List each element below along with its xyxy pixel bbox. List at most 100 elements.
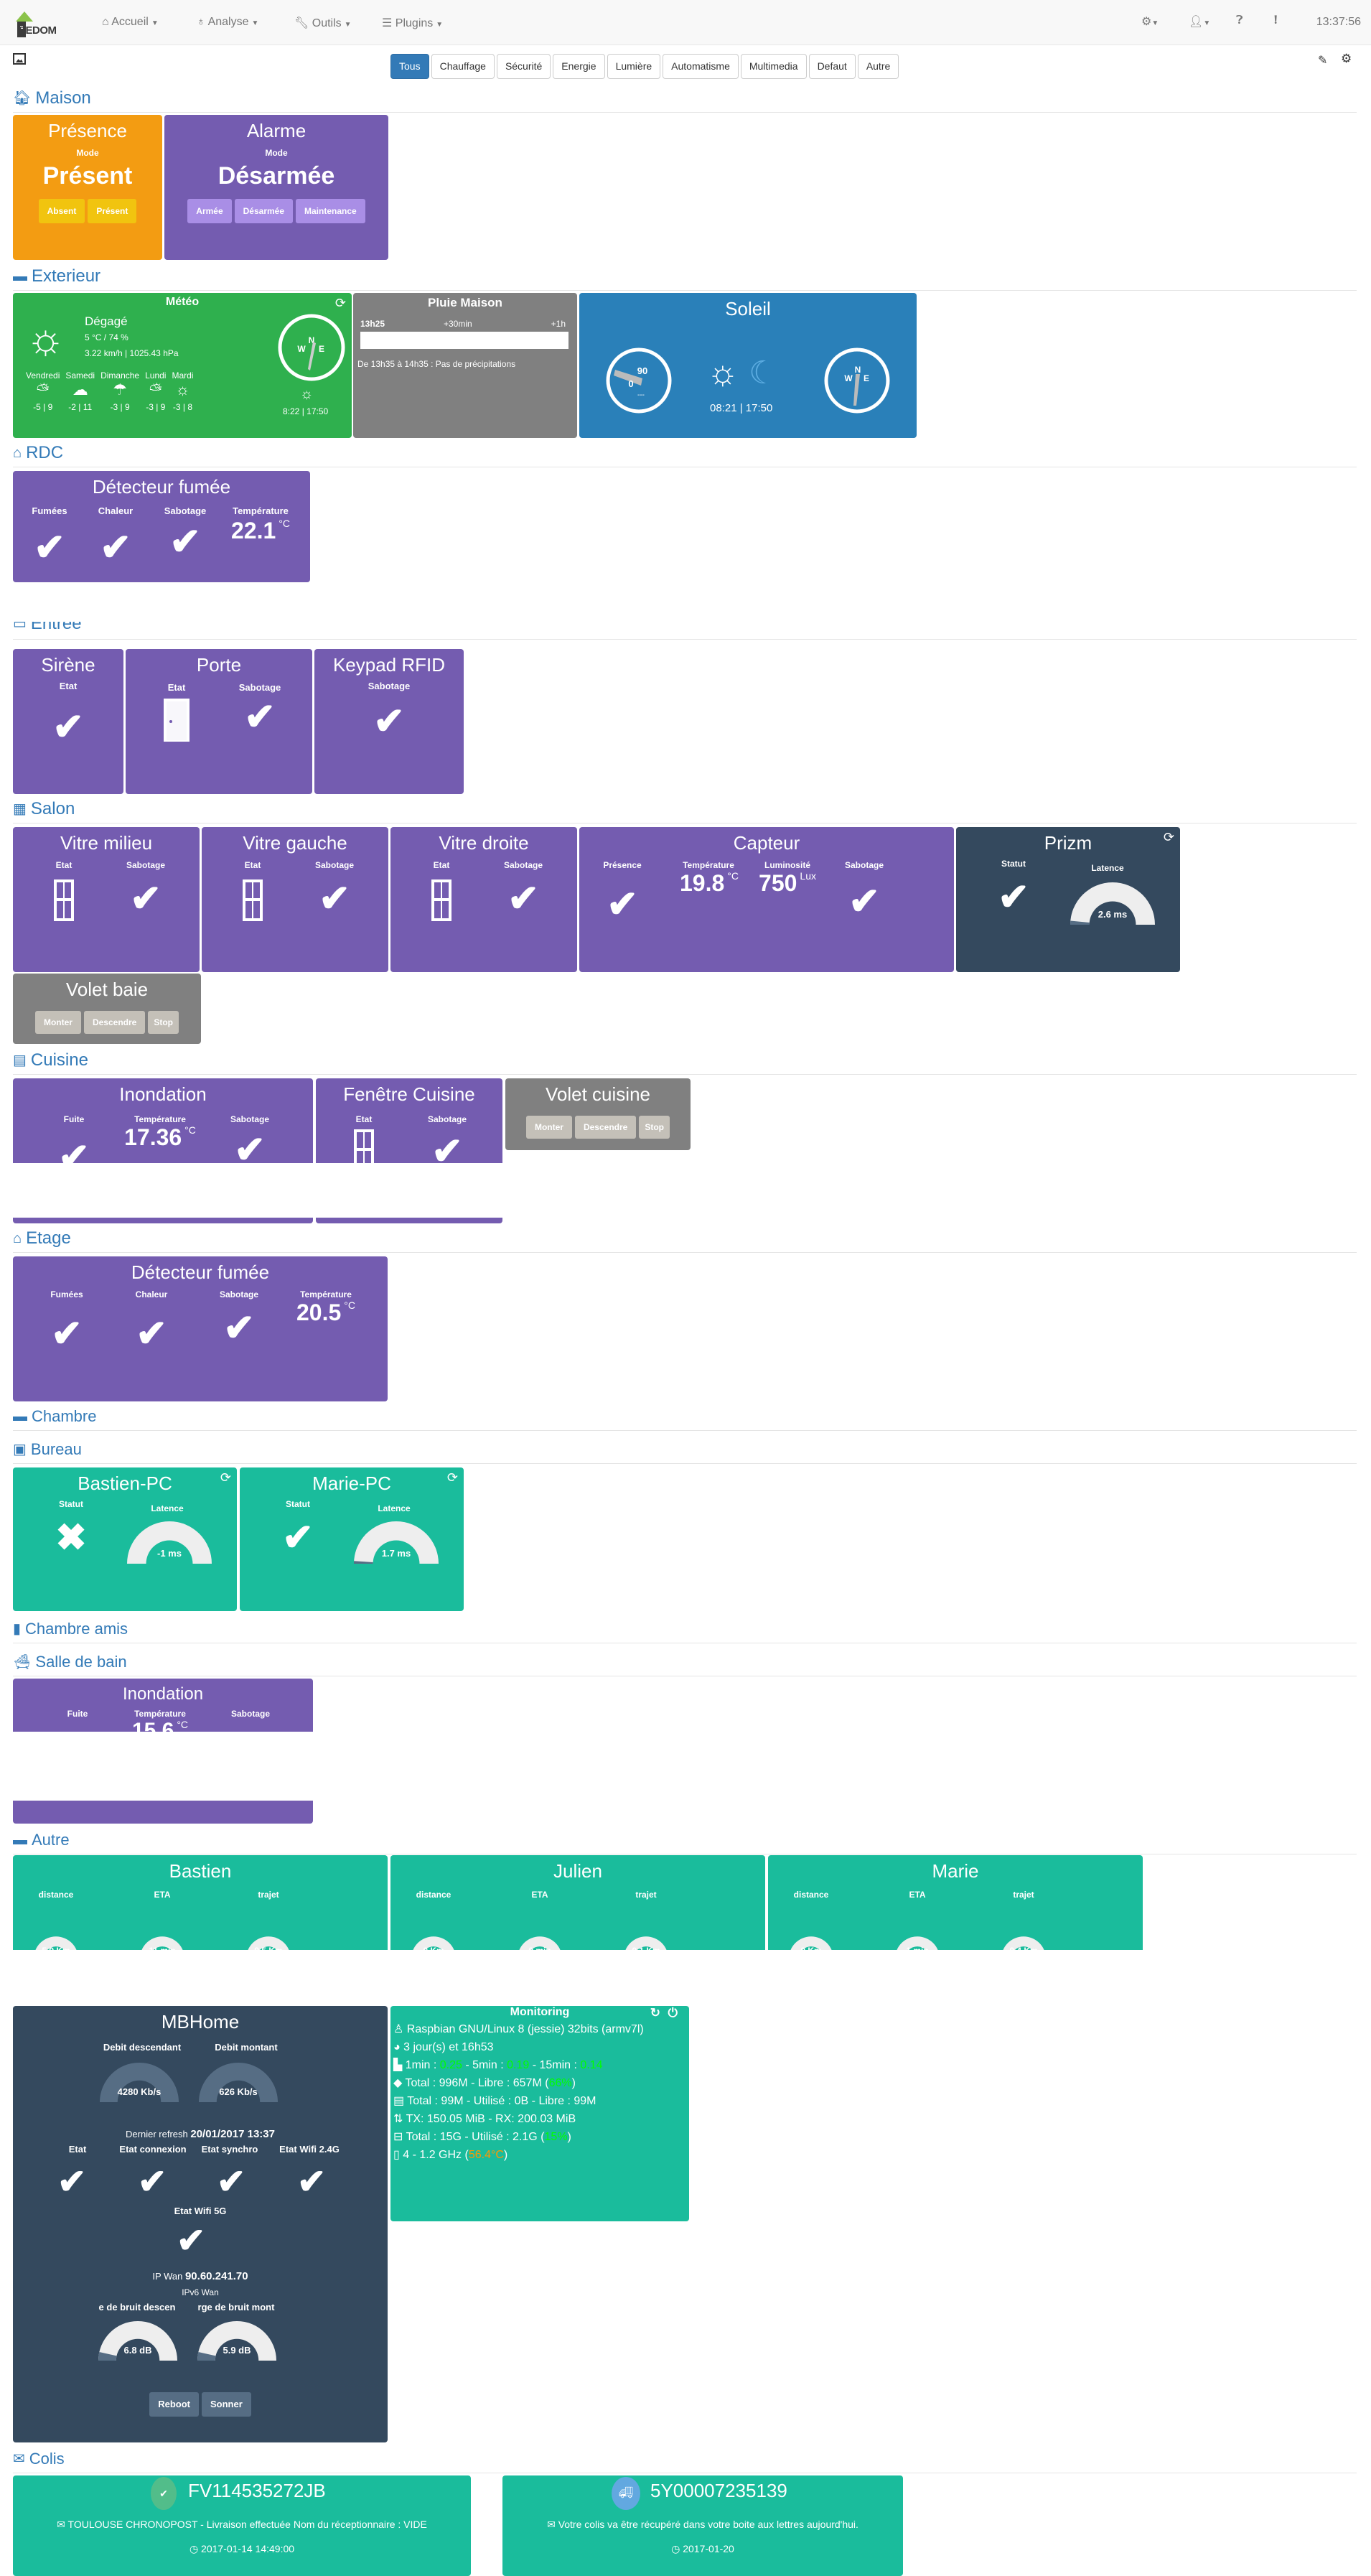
filter-energie[interactable]: Energie (553, 54, 605, 79)
maintenance-button[interactable]: Maintenance (296, 199, 365, 223)
latency-gauge: -1 ms (126, 1521, 212, 1564)
present-button[interactable]: Présent (88, 199, 137, 223)
refresh-icon[interactable]: ⟳ (447, 1470, 458, 1485)
temperature-value: 20.5 (296, 1299, 342, 1325)
filter-securite[interactable]: Sécurité (496, 54, 551, 79)
room-maison: 🏠︎ Maison (13, 88, 1357, 113)
menu-analyse[interactable]: ♁ Analyse ▼ (197, 16, 258, 29)
parcel-date: ◷ 2017-01-20 (671, 2543, 734, 2554)
widget-title: Marie-PC (312, 1473, 391, 1494)
stethoscope-icon: ♁ (197, 16, 208, 28)
filter-lumiere[interactable]: Lumière (607, 54, 661, 79)
reboot-button[interactable]: Reboot (149, 2392, 199, 2417)
sun-times: 08:21 | 17:50 (710, 402, 773, 414)
list-icon: ▤ (393, 2095, 408, 2107)
refresh-icon[interactable]: ⟳ (220, 1470, 231, 1485)
cmd-label: Etat Wifi 2.4G (279, 2144, 340, 2155)
mode-value: Désarmée (217, 162, 335, 190)
room-title: Salle de bain (35, 1653, 127, 1671)
ring-button[interactable]: Sonner (201, 2392, 251, 2417)
envelope-icon: ✉ (57, 2519, 68, 2530)
cmd-label: Sabotage (230, 1709, 270, 1719)
check-icon: ✔ (244, 696, 276, 738)
check-icon: ✔ (34, 527, 65, 569)
help-button[interactable]: ❓︎ (1236, 14, 1243, 27)
svg-text:E: E (864, 373, 869, 383)
widget-title: Julien (553, 1860, 602, 1882)
cmd-label: Etat (355, 1114, 373, 1124)
widget-title: Sirène (41, 654, 95, 676)
user-menu[interactable]: 👤︎▼ (1189, 14, 1210, 29)
keypad-widget: Keypad RFID Sabotage ✔ (314, 649, 464, 794)
distance-gauge: 5.9 Km (33, 1913, 79, 1950)
sun-icon: ☼ (707, 354, 739, 392)
cmd-label: Etat (433, 860, 450, 870)
room-title: Exterieur (32, 266, 101, 286)
temperature-value: 19.8 (680, 870, 725, 896)
widget-title: Pluie Maison (428, 296, 502, 309)
refresh-icon[interactable]: ⟳ (1164, 830, 1174, 845)
window-sensor-widget: Vitre milieu Etat Sabotage ✔ (13, 827, 200, 972)
menu-plugins[interactable]: ☰ Plugins ▼ (382, 16, 443, 30)
monter-button[interactable]: Monter (525, 1116, 572, 1139)
question-icon: ❓︎ (1236, 14, 1243, 27)
filter-automatisme[interactable]: Automatisme (663, 54, 739, 79)
cmd-label: Debit descendant (103, 2042, 182, 2053)
cmd-label: Sabotage (844, 860, 884, 870)
volet-cuisine-widget: Volet cuisine Monter Descendre Stop (505, 1078, 691, 1150)
room-exterieur: ▬ Exterieur (13, 266, 1357, 291)
menu-outils[interactable]: 🔧︎ Outils ▼ (294, 16, 352, 30)
cmd-label: Statut (286, 1499, 310, 1509)
luminosity-value: 750 (759, 870, 797, 896)
temp-humidity: 5 °C / 74 % (85, 332, 128, 342)
pencil-icon[interactable]: ✎ (1318, 53, 1327, 67)
menu-accueil[interactable]: ⌂ Accueil ▼ (102, 16, 159, 29)
cmd-label: Température (134, 1709, 186, 1719)
sirene-widget: Sirène Etat ✔ (13, 649, 123, 794)
latency-gauge: 1.7 ms (353, 1521, 439, 1564)
refresh-icon[interactable]: ⟳ (335, 296, 346, 311)
cmd-label: ETA (909, 1890, 926, 1900)
load-line: ▙ 1min : 0.25 - 5min : 0.19 - 15min : 0.… (393, 2059, 603, 2071)
absent-button[interactable]: Absent (38, 199, 85, 223)
stop-button[interactable]: Stop (639, 1116, 670, 1139)
window-icon (54, 879, 74, 921)
filter-defaut[interactable]: Defaut (808, 54, 856, 79)
widget-title: Présence (48, 120, 127, 141)
svg-text:W: W (297, 344, 306, 354)
check-icon: ✔ (607, 884, 638, 925)
filter-autre[interactable]: Autre (857, 54, 899, 79)
smoke-detector-widget: Détecteur fumée Fumées ✔ Chaleur ✔ Sabotag… (13, 471, 310, 582)
filter-multimedia[interactable]: Multimedia (740, 54, 807, 79)
category-filters: Tous Chauffage Sécurité Energie Lumière … (390, 54, 899, 79)
cmd-label: trajet (258, 1890, 279, 1900)
stop-button[interactable]: Stop (148, 1011, 179, 1034)
desarmee-button[interactable]: Désarmée (234, 199, 294, 223)
weather-condition: Dégagé (85, 314, 128, 328)
picture-icon[interactable] (13, 53, 26, 65)
home-icon: ⌂ (102, 16, 112, 28)
noise-up-gauge: 5.9 dB (197, 2318, 277, 2361)
cmd-label: e de bruit descen (98, 2302, 176, 2313)
traveler-widget: Bastien distance 5.9 Km ETA 11 min trajet 9… (13, 1855, 388, 1950)
filter-tous[interactable]: Tous (390, 54, 429, 79)
cmd-label: Sabotage (238, 682, 281, 693)
user-icon: 👤︎ (1189, 16, 1204, 28)
armee-button[interactable]: Armée (187, 199, 232, 223)
system-menu[interactable]: ⚙▼ (1141, 14, 1159, 29)
messages-button[interactable]: ❗︎ (1274, 14, 1277, 27)
cmd-label: Latence (1091, 863, 1124, 873)
floor-icon: ⌂ (13, 1231, 22, 1246)
cogs-icon[interactable]: ⚙ (1341, 52, 1352, 66)
filter-chauffage[interactable]: Chauffage (431, 54, 495, 79)
descendre-button[interactable]: Descendre (574, 1116, 637, 1139)
refresh-icon[interactable]: ↻ (650, 2006, 660, 2020)
porte-widget: Porte Etat Sabotage ✔ (126, 649, 312, 794)
check-icon: ✔ (848, 881, 880, 923)
power-icon[interactable]: ⏻ (668, 2006, 678, 2020)
computer-icon: ▯ (393, 2149, 403, 2161)
room-chambre-amis: ▮ Chambre amis (13, 1618, 1357, 1643)
monter-button[interactable]: Monter (34, 1011, 81, 1034)
descendre-button[interactable]: Descendre (83, 1011, 146, 1034)
cmd-label: Température (300, 1289, 352, 1299)
